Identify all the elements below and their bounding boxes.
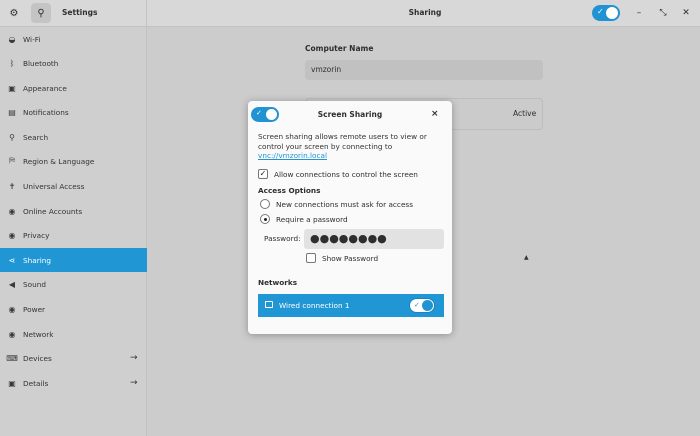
sidebar-item-label: Region & Language: [23, 156, 95, 166]
allow-control-row[interactable]: ✓ Allow connections to control the scree…: [258, 169, 418, 179]
require-password-option[interactable]: Require a password: [260, 214, 348, 224]
sidebar-item-sound[interactable]: ◀ Sound: [0, 272, 147, 296]
screen-sharing-toggle[interactable]: ✓: [251, 107, 279, 122]
sidebar-item-label: Sharing: [23, 255, 52, 265]
arrow-right-icon: →: [130, 378, 138, 388]
sidebar-item-wifi[interactable]: ◒ Wi-Fi: [0, 27, 147, 51]
sidebar-item-label: Bluetooth: [23, 58, 59, 68]
computer-name-input[interactable]: vmzorin: [305, 60, 543, 80]
network-wired-icon: [265, 301, 273, 308]
network-name: Wired connection 1: [279, 301, 350, 310]
sidebar-item-notifications[interactable]: ▤ Notifications: [0, 100, 147, 124]
ask-access-label: New connections must ask for access: [276, 199, 414, 209]
gear-icon[interactable]: ⚙: [4, 3, 24, 23]
sidebar: ◒ Wi-Fi ᛒ Bluetooth ▣ Appearance ▤ Notif…: [0, 27, 147, 436]
sidebar-item-online-accounts[interactable]: ◉ Online Accounts: [0, 199, 147, 223]
sidebar-item-search[interactable]: ⚲ Search: [0, 125, 147, 149]
details-icon: ▣: [8, 378, 16, 388]
check-icon: ✓: [256, 109, 262, 117]
bluetooth-icon: ᛒ: [9, 58, 15, 68]
toggle-knob: [422, 300, 433, 311]
network-row[interactable]: Wired connection 1 ✓: [258, 294, 444, 317]
computer-name-label: Computer Name: [305, 44, 374, 53]
sidebar-item-label: Privacy: [23, 230, 50, 240]
network-toggle[interactable]: ✓: [409, 298, 435, 313]
network-icon: ◉: [8, 329, 16, 339]
check-icon: ✓: [414, 301, 420, 309]
sidebar-item-label: Sound: [23, 279, 46, 289]
vnc-link[interactable]: vnc://vmzorin.local: [258, 151, 327, 160]
close-window-button[interactable]: ✕: [679, 6, 693, 20]
sidebar-item-label: Search: [23, 132, 49, 142]
header-bar: ⚙ ⚲ Settings Sharing ✓ – ⤡ ✕: [0, 0, 700, 27]
online-accounts-icon: ◉: [8, 206, 16, 216]
accessibility-icon: ✝: [8, 181, 16, 191]
sidebar-item-label: Online Accounts: [23, 206, 83, 216]
screen-sharing-dialog: ✓ Screen Sharing × Screen sharing allows…: [248, 101, 452, 334]
sidebar-item-region-language[interactable]: ⛿ Region & Language: [0, 149, 147, 173]
sidebar-item-devices[interactable]: ⌨ Devices →: [0, 346, 147, 370]
sidebar-item-label: Power: [23, 304, 46, 314]
show-password-row[interactable]: Show Password: [306, 253, 378, 263]
sidebar-item-power[interactable]: ◉ Power: [0, 297, 147, 321]
devices-icon: ⌨: [6, 353, 18, 363]
sharing-icon: ⋖: [8, 255, 16, 265]
description-text: Screen sharing allows remote users to vi…: [258, 132, 427, 151]
search-icon: ⚲: [9, 132, 15, 142]
sidebar-item-bluetooth[interactable]: ᛒ Bluetooth: [0, 51, 147, 75]
ask-access-radio[interactable]: [260, 199, 270, 209]
sharing-master-toggle[interactable]: ✓: [592, 5, 620, 21]
sidebar-item-label: Appearance: [23, 83, 67, 93]
close-icon[interactable]: ×: [431, 109, 439, 119]
sidebar-item-network[interactable]: ◉ Network: [0, 322, 147, 346]
minimize-button[interactable]: –: [632, 6, 646, 20]
appearance-icon: ▣: [8, 83, 16, 93]
ask-access-option[interactable]: New connections must ask for access: [260, 199, 413, 209]
toggle-knob: [606, 7, 618, 19]
search-icon: ⚲: [37, 7, 45, 19]
toggle-knob: [266, 109, 277, 120]
notifications-icon: ▤: [8, 107, 16, 117]
arrow-right-icon: →: [130, 353, 138, 363]
maximize-button[interactable]: ⤡: [656, 6, 670, 20]
dialog-title: Screen Sharing: [317, 110, 383, 119]
sidebar-item-label: Devices: [23, 353, 52, 363]
page-title: Sharing: [408, 8, 442, 17]
password-input[interactable]: ●●●●●●●●: [304, 229, 444, 249]
sidebar-item-universal-access[interactable]: ✝ Universal Access: [0, 174, 147, 198]
privacy-icon: ◉: [8, 230, 16, 240]
require-password-label: Require a password: [276, 214, 348, 224]
wifi-icon: ◒: [8, 34, 16, 44]
sidebar-item-label: Network: [23, 329, 54, 339]
sidebar-item-details[interactable]: ▣ Details →: [0, 371, 147, 395]
sidebar-item-label: Details: [23, 378, 49, 388]
require-password-radio[interactable]: [260, 214, 270, 224]
mouse-cursor-icon: ▲: [524, 254, 529, 261]
check-icon: ✓: [597, 7, 604, 16]
sidebar-item-sharing[interactable]: ⋖ Sharing: [0, 248, 147, 272]
sidebar-item-appearance[interactable]: ▣ Appearance: [0, 76, 147, 100]
allow-control-label: Allow connections to control the screen: [274, 169, 418, 179]
power-icon: ◉: [8, 304, 16, 314]
sidebar-item-label: Notifications: [23, 107, 69, 117]
access-options-heading: Access Options: [258, 186, 321, 195]
show-password-label: Show Password: [322, 253, 379, 263]
sidebar-item-privacy[interactable]: ◉ Privacy: [0, 223, 147, 247]
allow-control-checkbox[interactable]: ✓: [258, 169, 268, 179]
region-icon: ⛿: [9, 156, 15, 165]
app-title: Settings: [62, 8, 98, 17]
search-button[interactable]: ⚲: [31, 3, 51, 23]
networks-heading: Networks: [258, 278, 298, 287]
dialog-description: Screen sharing allows remote users to vi…: [258, 132, 444, 161]
sidebar-item-label: Universal Access: [23, 181, 85, 191]
header-left-section: ⚙ ⚲ Settings: [0, 0, 147, 27]
sidebar-item-label: Wi-Fi: [23, 34, 41, 44]
show-password-checkbox[interactable]: [306, 253, 316, 263]
sound-icon: ◀: [8, 279, 16, 289]
service-status: Active: [513, 109, 537, 118]
password-label: Password:: [264, 234, 301, 243]
